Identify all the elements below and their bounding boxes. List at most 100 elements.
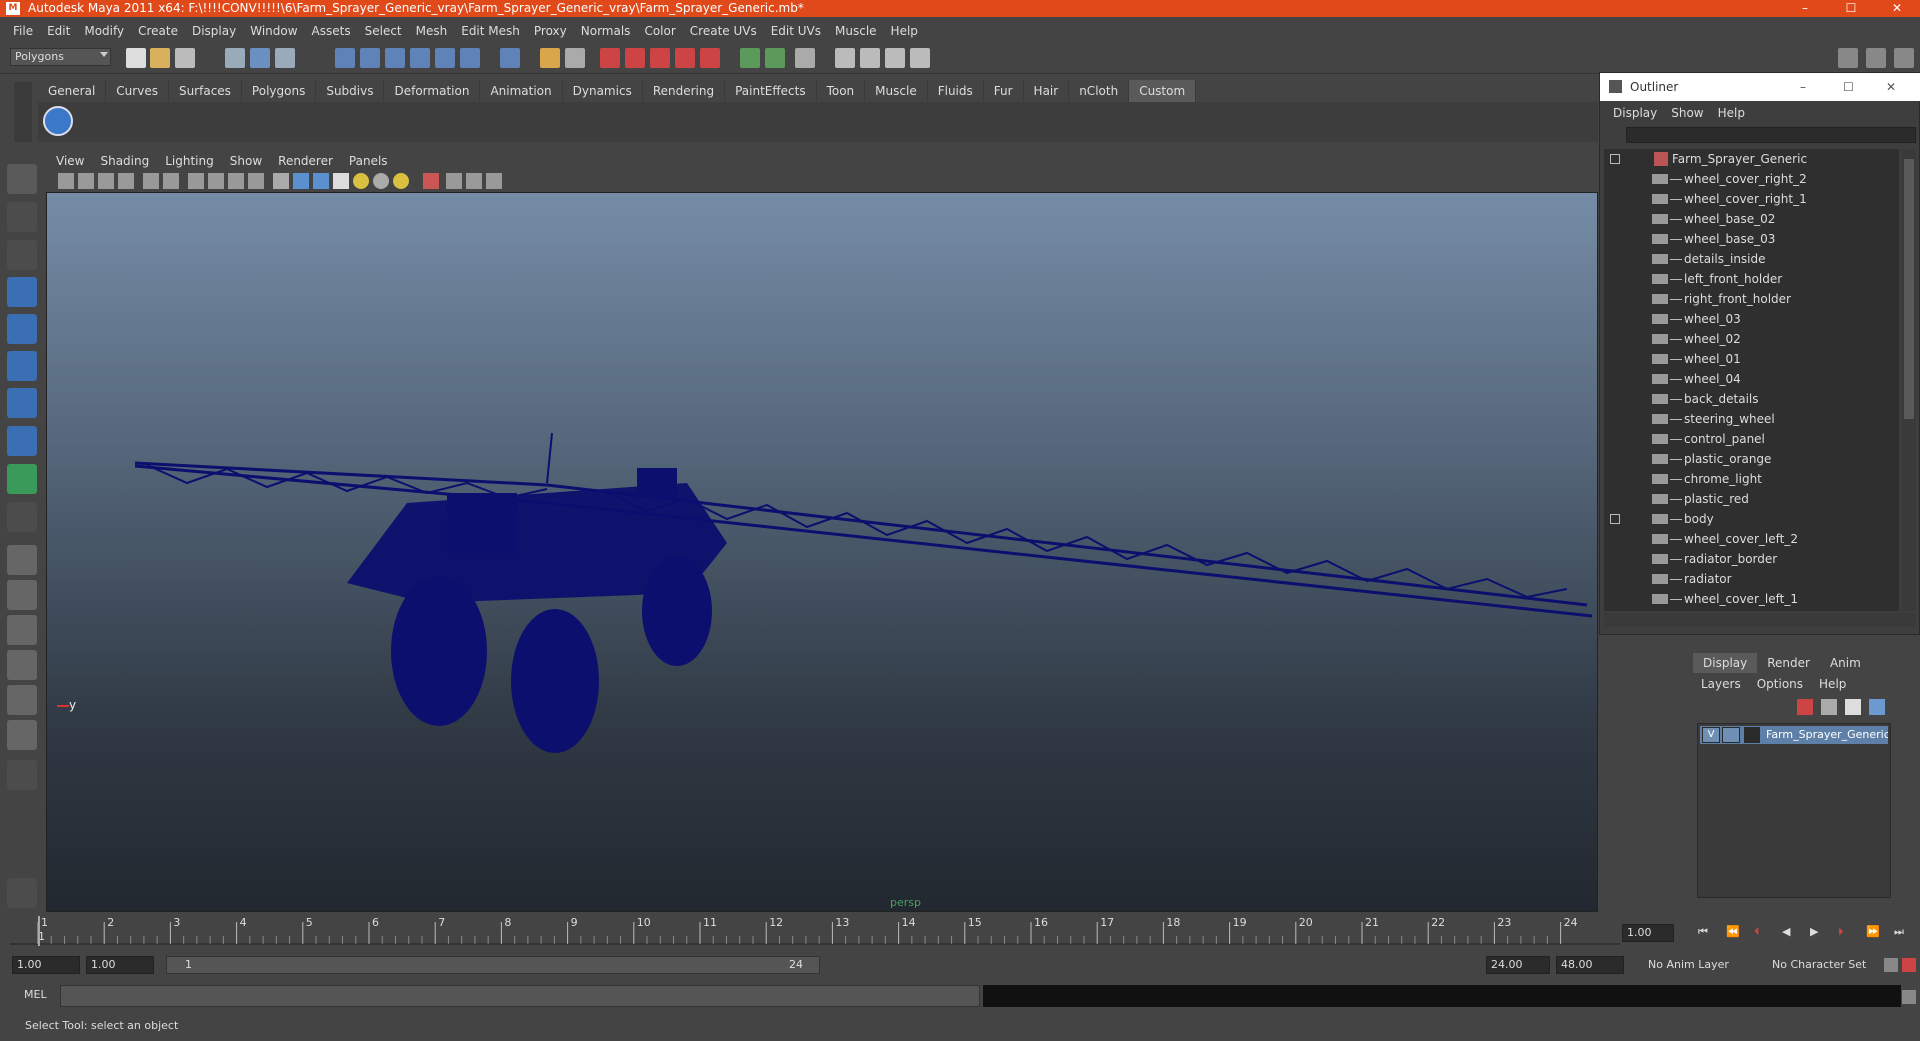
tab-polygons[interactable]: Polygons xyxy=(242,80,317,102)
textured-icon[interactable] xyxy=(333,173,349,189)
menu-select[interactable]: Select xyxy=(358,24,409,38)
outliner-menu-help[interactable]: Help xyxy=(1711,106,1752,120)
toggle-attribute-editor-icon[interactable] xyxy=(1866,48,1886,68)
save-scene-icon[interactable] xyxy=(175,48,195,68)
menu-modify[interactable]: Modify xyxy=(77,24,131,38)
playback-start-field[interactable]: 1.00 xyxy=(86,956,154,974)
layer-menu-options[interactable]: Options xyxy=(1749,677,1811,691)
tab-custom[interactable]: Custom xyxy=(1129,80,1197,102)
resolution-gate-icon[interactable] xyxy=(188,173,204,189)
minimize-icon[interactable]: – xyxy=(1800,73,1806,101)
list-item[interactable]: control_panel xyxy=(1604,429,1899,449)
select-box-icon[interactable] xyxy=(565,48,585,68)
tab-muscle[interactable]: Muscle xyxy=(865,80,928,102)
panel-menu-panels[interactable]: Panels xyxy=(341,154,396,168)
wireframe-icon[interactable] xyxy=(273,173,289,189)
rotate-tool-icon[interactable] xyxy=(7,314,37,344)
help-icon[interactable] xyxy=(500,48,520,68)
shadows-icon[interactable] xyxy=(393,173,409,189)
shelf-handle[interactable] xyxy=(14,82,32,142)
layout-single-pane-icon[interactable] xyxy=(7,545,37,575)
ipr-render-icon[interactable] xyxy=(625,48,645,68)
tab-deformation[interactable]: Deformation xyxy=(384,80,481,102)
layout-graph-pane-icon[interactable] xyxy=(7,650,37,680)
layer-visibility-toggle[interactable]: V xyxy=(1702,727,1720,743)
menu-muscle[interactable]: Muscle xyxy=(828,24,884,38)
menu-file[interactable]: File xyxy=(6,24,40,38)
checkmark-icon[interactable] xyxy=(43,106,73,136)
render-current-icon[interactable] xyxy=(600,48,620,68)
layout-graph-icon[interactable] xyxy=(910,48,930,68)
menu-window[interactable]: Window xyxy=(243,24,304,38)
step-back-key-icon[interactable]: ⏪ xyxy=(1726,925,1742,941)
layout-outliner-pane-icon[interactable] xyxy=(7,615,37,645)
menu-edit-mesh[interactable]: Edit Mesh xyxy=(454,24,527,38)
tab-subdivs[interactable]: Subdivs xyxy=(316,80,385,102)
minimize-button[interactable]: – xyxy=(1782,0,1828,17)
bookmark-icon[interactable] xyxy=(98,173,114,189)
toggle-tool-settings-icon[interactable] xyxy=(1894,48,1914,68)
animation-end-field[interactable]: 48.00 xyxy=(1556,956,1624,974)
film-gate-icon[interactable] xyxy=(163,173,179,189)
key-icon[interactable] xyxy=(1884,958,1898,972)
list-item[interactable]: radiator xyxy=(1604,569,1899,589)
list-item[interactable]: steering_wheel xyxy=(1604,409,1899,429)
step-back-frame-icon[interactable]: ⏴ xyxy=(1754,925,1770,941)
snap-grid-icon[interactable] xyxy=(335,48,355,68)
expand-icon[interactable] xyxy=(1610,514,1620,524)
mel-label[interactable]: MEL xyxy=(24,988,47,1001)
go-to-end-icon[interactable]: ⏭ xyxy=(1894,925,1910,941)
new-scene-icon[interactable] xyxy=(126,48,146,68)
list-item[interactable]: wheel_base_03 xyxy=(1604,229,1899,249)
isolate-select-icon[interactable] xyxy=(423,173,439,189)
playback-end-field[interactable]: 24.00 xyxy=(1486,956,1550,974)
share-icon[interactable] xyxy=(486,173,502,189)
range-slider[interactable]: 1 24 xyxy=(166,956,820,974)
list-item[interactable]: wheel_base_02 xyxy=(1604,209,1899,229)
close-button[interactable]: ✕ xyxy=(1874,0,1920,17)
outliner-menu-show[interactable]: Show xyxy=(1664,106,1710,120)
scroll-thumb[interactable] xyxy=(1904,159,1914,419)
tab-display[interactable]: Display xyxy=(1693,653,1758,673)
layout-persp-outliner-icon[interactable] xyxy=(885,48,905,68)
wireframe-on-shaded-icon[interactable] xyxy=(313,173,329,189)
list-item[interactable]: plastic_red xyxy=(1604,489,1899,509)
list-item[interactable]: details_inside xyxy=(1604,249,1899,269)
select-object-icon[interactable] xyxy=(250,48,270,68)
list-item[interactable]: back_details xyxy=(1604,389,1899,409)
outliner-vertical-scrollbar[interactable] xyxy=(1902,149,1916,611)
list-item[interactable]: wheel_cover_left_1 xyxy=(1604,589,1899,609)
xray-icon[interactable] xyxy=(446,173,462,189)
new-layer-icon[interactable] xyxy=(1845,699,1861,715)
default-light-icon[interactable] xyxy=(353,173,369,189)
tab-fluids[interactable]: Fluids xyxy=(928,80,984,102)
layout-single-icon[interactable] xyxy=(835,48,855,68)
menu-edit[interactable]: Edit xyxy=(40,24,77,38)
list-item[interactable]: wheel_02 xyxy=(1604,329,1899,349)
show-channel-box-icon[interactable] xyxy=(765,48,785,68)
gate-mask-icon[interactable] xyxy=(208,173,224,189)
current-frame-marker[interactable] xyxy=(38,916,40,946)
layer-display-type-toggle[interactable] xyxy=(1722,727,1740,743)
move-layer-down-icon[interactable] xyxy=(1821,699,1837,715)
menu-display[interactable]: Display xyxy=(185,24,243,38)
script-editor-icon[interactable] xyxy=(1902,990,1916,1004)
smooth-shade-icon[interactable] xyxy=(293,173,309,189)
outliner-horizontal-scrollbar[interactable] xyxy=(1604,613,1916,627)
list-item[interactable]: left_front_holder xyxy=(1604,269,1899,289)
menu-proxy[interactable]: Proxy xyxy=(527,24,574,38)
menu-edit-uvs[interactable]: Edit UVs xyxy=(764,24,828,38)
field-chart-icon[interactable] xyxy=(228,173,244,189)
more-layouts-icon[interactable] xyxy=(7,760,37,790)
layer-menu-help[interactable]: Help xyxy=(1811,677,1854,691)
go-to-start-icon[interactable]: ⏮ xyxy=(1698,925,1714,941)
layout-four-pane-icon[interactable] xyxy=(7,580,37,610)
tab-general[interactable]: General xyxy=(38,80,107,102)
open-scene-icon[interactable] xyxy=(150,48,170,68)
tab-animation[interactable]: Animation xyxy=(480,80,563,102)
current-time-field[interactable]: 1.00 xyxy=(1622,924,1674,942)
tab-hair[interactable]: Hair xyxy=(1024,80,1070,102)
panel-menu-lighting[interactable]: Lighting xyxy=(157,154,222,168)
anim-preferences-icon[interactable] xyxy=(1902,958,1916,972)
camera-select-icon[interactable] xyxy=(58,173,74,189)
